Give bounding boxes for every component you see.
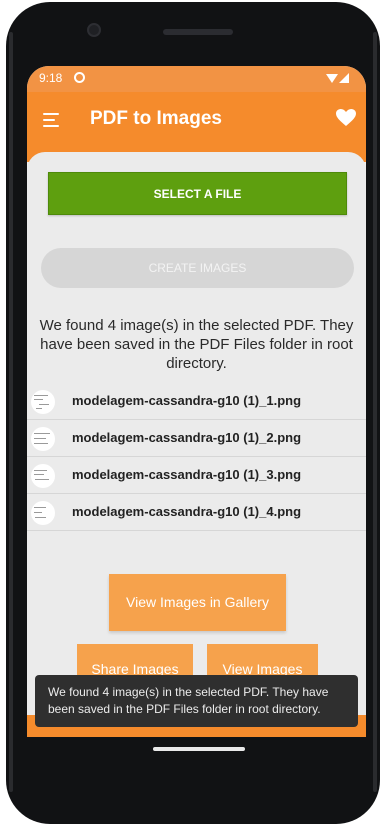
phone-edge-left — [9, 32, 13, 792]
view-images-in-gallery-button[interactable]: View Images in Gallery — [109, 574, 286, 631]
speaker-grille — [163, 29, 233, 35]
list-item[interactable]: modelagem-cassandra-g10 (1)_3.png — [27, 457, 366, 494]
image-file-list: modelagem-cassandra-g10 (1)_1.png modela… — [27, 383, 366, 531]
app-title: PDF to Images — [90, 108, 222, 129]
home-gesture-pill[interactable] — [153, 747, 245, 751]
list-item[interactable]: modelagem-cassandra-g10 (1)_4.png — [27, 494, 366, 531]
create-images-button[interactable]: CREATE IMAGES — [41, 248, 354, 288]
file-name: modelagem-cassandra-g10 (1)_3.png — [72, 467, 302, 482]
hamburger-menu-icon[interactable] — [43, 113, 59, 127]
app-screen: 9:18 PDF to Images SELECT A FILE CREATE … — [27, 66, 366, 737]
device-frame: 9:18 PDF to Images SELECT A FILE CREATE … — [0, 0, 387, 827]
file-name: modelagem-cassandra-g10 (1)_4.png — [72, 504, 302, 519]
wifi-signal-icon — [326, 73, 349, 83]
heart-icon[interactable] — [336, 109, 356, 127]
list-item[interactable]: modelagem-cassandra-g10 (1)_1.png — [27, 383, 366, 420]
select-file-button[interactable]: SELECT A FILE — [48, 172, 347, 215]
image-thumbnail — [31, 427, 55, 451]
phone-edge-right — [373, 32, 377, 792]
toast-message: We found 4 image(s) in the selected PDF.… — [35, 675, 358, 727]
front-camera-icon — [87, 23, 101, 37]
result-message: We found 4 image(s) in the selected PDF.… — [39, 317, 354, 372]
main-content: SELECT A FILE CREATE IMAGES We found 4 i… — [27, 152, 366, 737]
image-thumbnail — [31, 464, 55, 488]
status-time: 9:18 — [39, 71, 63, 85]
system-navigation-bar — [27, 737, 366, 771]
file-name: modelagem-cassandra-g10 (1)_2.png — [72, 430, 302, 445]
image-thumbnail — [31, 501, 55, 525]
status-notification-icon — [74, 72, 85, 83]
list-item[interactable]: modelagem-cassandra-g10 (1)_2.png — [27, 420, 366, 457]
file-name: modelagem-cassandra-g10 (1)_1.png — [72, 393, 302, 408]
status-bar: 9:18 — [27, 66, 366, 92]
image-thumbnail — [31, 390, 55, 414]
